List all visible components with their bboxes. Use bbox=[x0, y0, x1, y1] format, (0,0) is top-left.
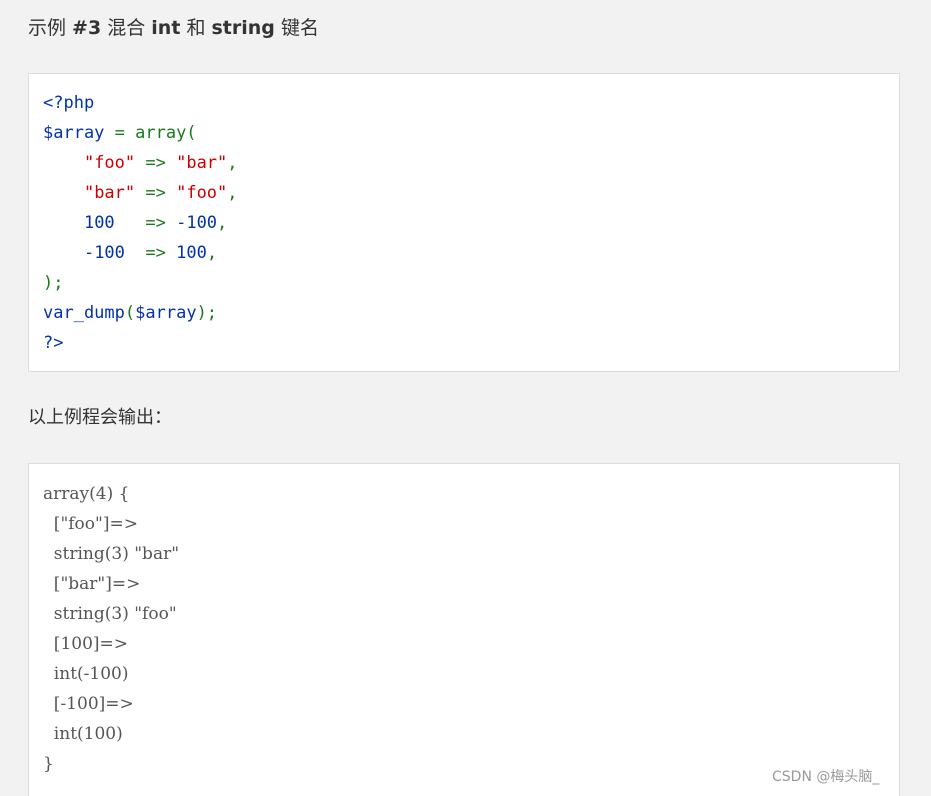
code-token: var_dump bbox=[43, 303, 125, 323]
example-heading: 示例 #3 混合 int 和 string 键名 bbox=[28, 14, 319, 42]
code-token: , bbox=[206, 243, 218, 263]
heading-prefix: 示例 bbox=[28, 17, 73, 39]
output-line: int(100) bbox=[43, 724, 123, 744]
code-line: <?php bbox=[43, 88, 238, 118]
code-token: <?php bbox=[43, 93, 95, 113]
output-line: [-100]=> bbox=[43, 694, 134, 714]
code-line: 100 => -100, bbox=[43, 208, 238, 238]
code-token: "foo" bbox=[83, 153, 136, 173]
code-token: , bbox=[227, 153, 238, 173]
code-line: ); bbox=[43, 268, 238, 298]
code-token: => bbox=[114, 213, 177, 233]
code-token: -100 bbox=[176, 213, 218, 233]
code-line: var_dump($array); bbox=[43, 298, 238, 328]
code-token: => bbox=[124, 243, 177, 263]
code-token: => bbox=[135, 183, 177, 203]
code-token: -100 bbox=[83, 243, 125, 263]
heading-example-number: #3 bbox=[72, 17, 102, 39]
heading-type-string: string bbox=[211, 17, 275, 39]
output-block: array(4) { ["foo"]=> string(3) "bar" ["b… bbox=[28, 463, 900, 796]
output-line: array(4) { bbox=[43, 484, 130, 504]
code-token: 100 bbox=[176, 243, 207, 263]
heading-type-int: int bbox=[151, 17, 181, 39]
output-line: } bbox=[43, 754, 54, 774]
code-token: $array bbox=[43, 123, 105, 143]
code-token: = array( bbox=[104, 123, 197, 143]
code-token: 100 bbox=[83, 213, 115, 233]
output-label: 以上例程会输出： bbox=[28, 407, 172, 428]
code-line: "foo" => "bar", bbox=[43, 148, 238, 178]
code-token: $array bbox=[135, 303, 197, 323]
code-token: => bbox=[135, 153, 177, 173]
output-line: [100]=> bbox=[43, 634, 129, 654]
output-line: string(3) "foo" bbox=[43, 604, 177, 624]
code-token: , bbox=[217, 213, 228, 233]
code-token: "foo" bbox=[176, 183, 228, 203]
output-line: ["foo"]=> bbox=[43, 514, 138, 534]
code-token: ); bbox=[196, 303, 218, 323]
output-line: ["bar"]=> bbox=[43, 574, 141, 594]
code-token: ); bbox=[43, 273, 64, 293]
heading-mid2: 和 bbox=[180, 17, 212, 39]
output-line: string(3) "bar" bbox=[43, 544, 180, 564]
code-token: ( bbox=[124, 303, 136, 323]
output-content: array(4) { ["foo"]=> string(3) "bar" ["b… bbox=[43, 479, 179, 779]
code-token: ?> bbox=[43, 333, 64, 353]
csdn-watermark: CSDN @梅头脑_ bbox=[772, 769, 880, 785]
heading-mid1: 混合 bbox=[101, 17, 152, 39]
heading-suffix: 键名 bbox=[274, 17, 319, 39]
code-token: "bar" bbox=[83, 183, 136, 203]
code-line: $array = array( bbox=[43, 118, 238, 148]
code-line: "bar" => "foo", bbox=[43, 178, 238, 208]
code-token: "bar" bbox=[176, 153, 228, 173]
output-line: int(-100) bbox=[43, 664, 129, 684]
php-code-content: <?php $array = array( "foo" => "bar", "ba… bbox=[43, 88, 238, 358]
php-code-block: <?php $array = array( "foo" => "bar", "ba… bbox=[28, 73, 900, 372]
code-line: ?> bbox=[43, 328, 238, 358]
code-token: , bbox=[227, 183, 238, 203]
code-line: -100 => 100, bbox=[43, 238, 238, 268]
